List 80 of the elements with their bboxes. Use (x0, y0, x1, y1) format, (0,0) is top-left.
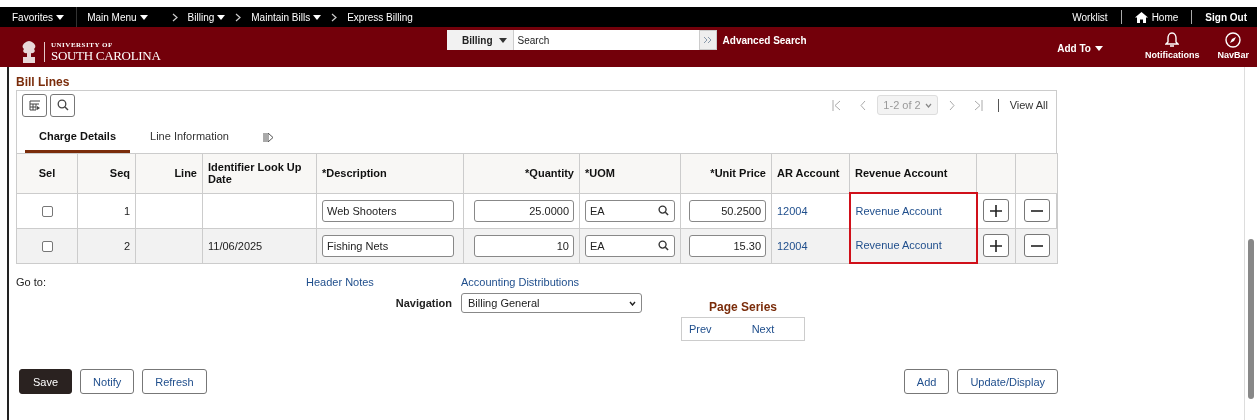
chevron-icon (235, 12, 242, 22)
delete-row-button[interactable] (1023, 234, 1050, 257)
chevron-icon (171, 12, 178, 22)
action-button[interactable]: Add (903, 369, 950, 394)
scrollbar[interactable] (1244, 67, 1257, 420)
column-header: Line (135, 153, 203, 193)
navigation-dropdown[interactable]: Billing General (461, 293, 642, 313)
column-header: Sel (16, 153, 78, 193)
advanced-search-link[interactable]: Advanced Search (722, 34, 807, 46)
add-to-menu[interactable]: Add To (1057, 43, 1103, 54)
column-header: Identifier Look Up Date (202, 153, 317, 193)
favorites-menu[interactable]: Favorites (12, 11, 65, 23)
action-button[interactable]: Refresh (142, 369, 207, 394)
sign-out-link[interactable]: Sign Out (1205, 11, 1247, 23)
worklist-link[interactable]: Worklist (1072, 11, 1108, 23)
personalize-grid-button[interactable] (22, 93, 47, 117)
navbar-button[interactable]: NavBar (1217, 32, 1249, 60)
table-cell: 1 (123, 204, 130, 217)
notifications-button[interactable]: Notifications (1144, 32, 1200, 60)
page-series-link[interactable]: Prev (689, 323, 712, 335)
page-series-link[interactable]: Next (751, 323, 775, 335)
table-cell: 2 (123, 239, 130, 252)
search-field[interactable]: Search (512, 30, 699, 50)
delete-row-button[interactable] (1023, 199, 1050, 222)
section-title: Bill Lines (16, 75, 71, 90)
plus-icon (990, 204, 1003, 217)
ar-account-link[interactable]: 12004 (777, 204, 808, 217)
action-button[interactable]: Notify (80, 369, 135, 394)
quantity-field[interactable]: 10 (474, 234, 574, 257)
show-all-columns-icon[interactable] (262, 133, 274, 142)
add-row-button[interactable] (983, 234, 1010, 257)
bell-icon (1165, 32, 1180, 48)
search-icon[interactable] (658, 205, 669, 216)
breadcrumb-link[interactable]: Express Billing (347, 11, 413, 23)
grid-icon (28, 99, 41, 111)
action-button[interactable]: Save (19, 369, 73, 394)
select-checkbox[interactable] (41, 205, 53, 217)
unit-price-field[interactable]: 50.2500 (689, 199, 766, 222)
column-header: Seq (77, 153, 136, 193)
view-all-link[interactable]: View All (1009, 99, 1048, 111)
main-menu[interactable]: Main Menu (87, 11, 148, 23)
table-cell: 11/06/2025 (208, 239, 263, 252)
breadcrumb-link[interactable]: Billing (187, 11, 226, 23)
logo-title: SOUTH CAROLINA (51, 49, 161, 62)
go-to-label: Go to: (16, 276, 47, 290)
uom-field[interactable]: EA (585, 234, 675, 257)
search-icon[interactable] (658, 240, 669, 251)
tab[interactable]: Line Information (136, 130, 243, 153)
breadcrumb-link[interactable]: Maintain Bills (251, 11, 322, 23)
column-header: Revenue Account (849, 153, 977, 193)
select-checkbox[interactable] (41, 240, 53, 252)
caret-icon (924, 102, 932, 108)
double-chevron-icon (703, 36, 713, 44)
column-header: *Unit Price (680, 153, 772, 193)
navigation-label: Navigation (394, 297, 452, 309)
home-link[interactable]: Home (1134, 11, 1179, 23)
search-button[interactable] (50, 93, 75, 117)
page-series-title: Page Series (708, 300, 777, 314)
caret-icon (629, 300, 636, 306)
description-field[interactable]: Web Shooters (322, 199, 454, 222)
quantity-field[interactable]: 25.0000 (474, 199, 574, 222)
search-scope-dropdown[interactable]: Billing (446, 30, 513, 50)
header-notes-link[interactable]: Header Notes (306, 276, 461, 290)
description-field[interactable]: Fishing Nets (322, 234, 454, 257)
chevron-icon (331, 12, 338, 22)
search-icon (56, 99, 69, 111)
compass-icon (1225, 32, 1242, 48)
ar-account-link[interactable]: 12004 (777, 239, 808, 252)
add-row-button[interactable] (983, 199, 1010, 222)
column-header: AR Account (771, 153, 850, 193)
plus-icon (990, 239, 1003, 252)
action-button[interactable]: Update/Display (957, 369, 1058, 394)
accounting-distributions-link[interactable]: Accounting Distributions (461, 276, 579, 290)
column-header: *Quantity (463, 153, 580, 193)
home-icon (1134, 11, 1148, 23)
unit-price-field[interactable]: 15.30 (689, 234, 766, 257)
column-header: *UOM (579, 153, 681, 193)
tree-seal-icon (20, 40, 38, 64)
column-header: *Description (316, 153, 464, 193)
uom-field[interactable]: EA (585, 199, 675, 222)
